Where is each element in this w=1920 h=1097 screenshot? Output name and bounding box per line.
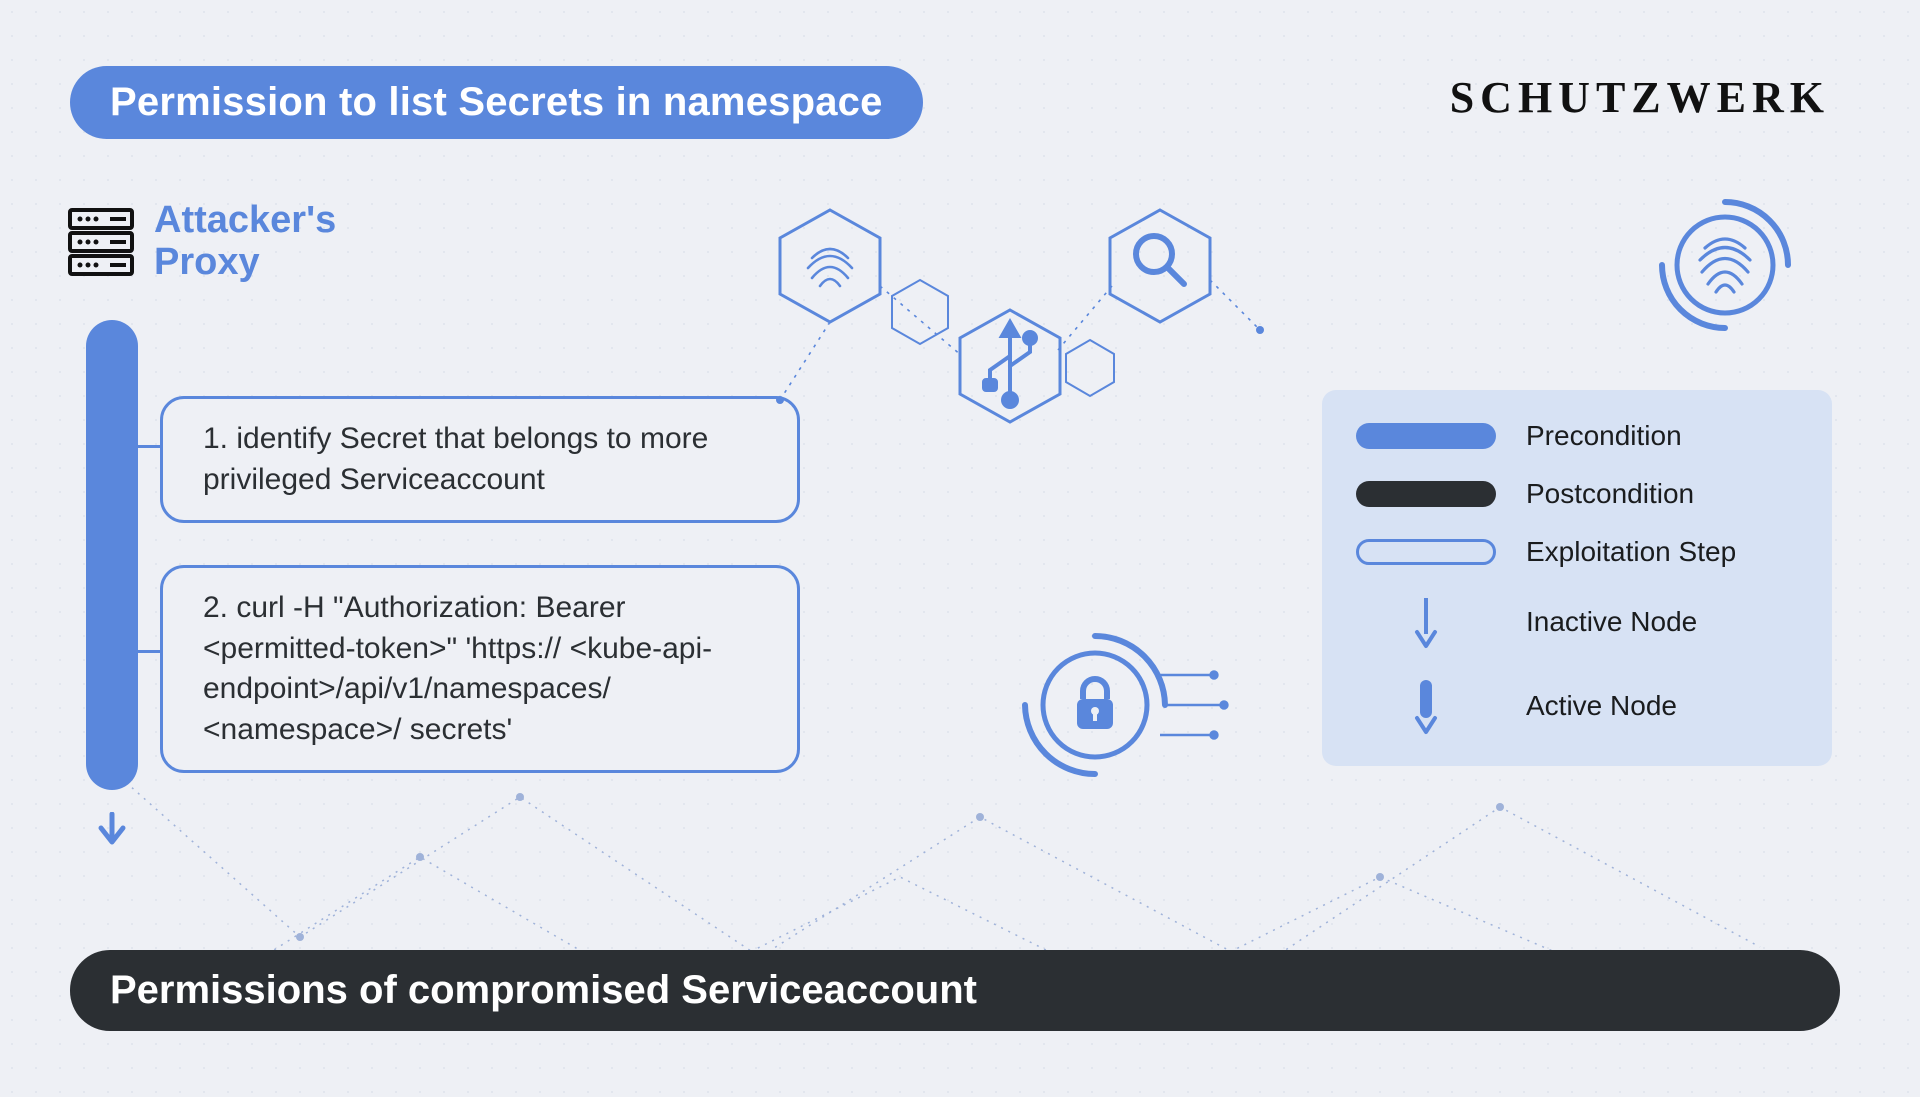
brand-logo-text: SCHUTZWERK (1450, 72, 1830, 123)
legend-row-precondition: Precondition (1356, 420, 1798, 452)
attacker-proxy-label: Attacker's Proxy (154, 200, 336, 284)
active-node-bar (86, 320, 138, 820)
arrow-down-icon (95, 812, 129, 846)
step-number: 1. (203, 422, 228, 455)
connector-step-1 (112, 445, 160, 448)
legend-swatch-inactive (1356, 594, 1496, 650)
legend-label: Exploitation Step (1526, 536, 1736, 568)
legend-row-inactive: Inactive Node (1356, 594, 1798, 650)
legend-label: Precondition (1526, 420, 1682, 452)
legend-panel: Precondition Postcondition Exploitation … (1322, 390, 1832, 766)
legend-row-postcondition: Postcondition (1356, 478, 1798, 510)
step-text: identify Secret that belongs to more pri… (203, 422, 708, 496)
hexagon-cluster-graphic (740, 190, 1280, 470)
step-number: 2. (203, 591, 228, 624)
exploitation-step-1: 1. identify Secret that belongs to more … (160, 396, 800, 523)
legend-swatch-precondition (1356, 423, 1496, 449)
postcondition-title-pill: Permissions of compromised Serviceaccoun… (70, 950, 1840, 1031)
lock-ring-icon (1010, 620, 1230, 795)
legend-label: Inactive Node (1526, 606, 1697, 638)
step-text: curl -H "Authorization: Bearer <permitte… (203, 591, 712, 746)
legend-label: Postcondition (1526, 478, 1694, 510)
active-node-body (86, 320, 138, 790)
legend-label: Active Node (1526, 690, 1677, 722)
legend-swatch-exploitation (1356, 539, 1496, 565)
attacker-proxy-block: Attacker's Proxy (66, 200, 336, 284)
postcondition-title-text: Permissions of compromised Serviceaccoun… (110, 968, 977, 1012)
legend-swatch-active (1356, 676, 1496, 736)
server-icon (66, 206, 136, 278)
legend-row-active: Active Node (1356, 676, 1798, 736)
connector-step-2 (112, 650, 160, 653)
fingerprint-badge-icon (1650, 190, 1800, 345)
precondition-title-pill: Permission to list Secrets in namespace (70, 66, 923, 139)
legend-row-exploitation: Exploitation Step (1356, 536, 1798, 568)
legend-swatch-postcondition (1356, 481, 1496, 507)
exploitation-step-2: 2. curl -H "Authorization: Bearer <permi… (160, 565, 800, 773)
precondition-title-text: Permission to list Secrets in namespace (110, 80, 883, 124)
